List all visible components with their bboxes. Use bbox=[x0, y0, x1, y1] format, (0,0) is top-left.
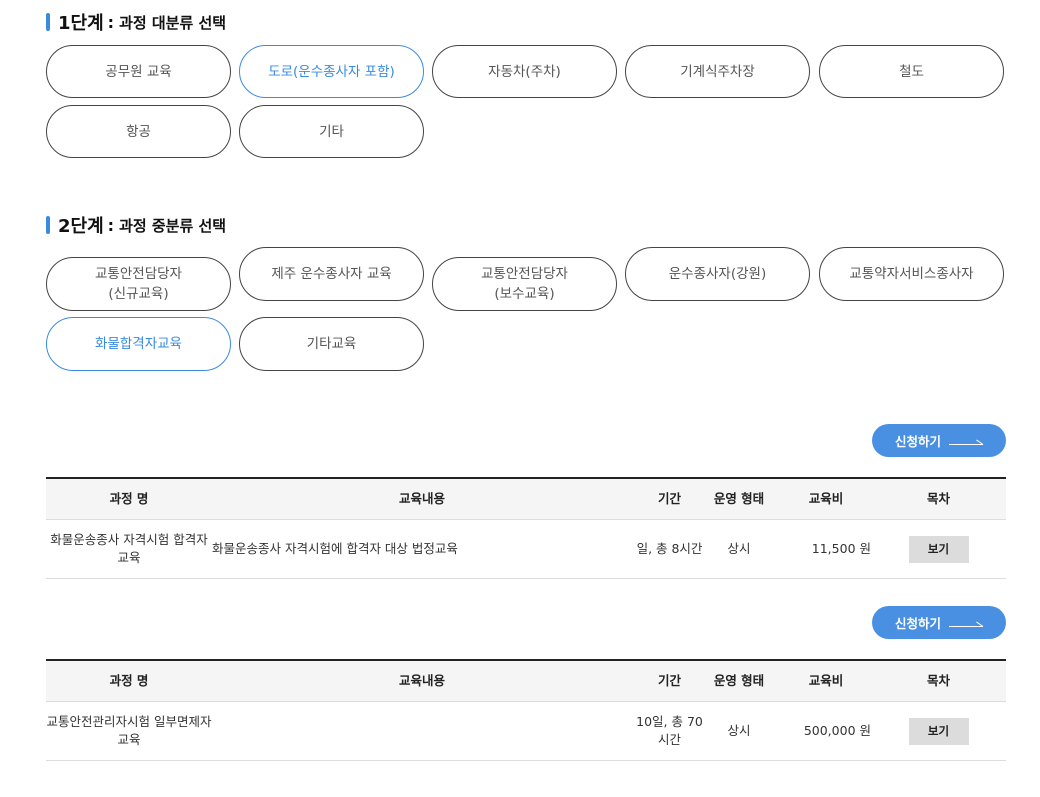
subcategory-option-transport-gangwon[interactable]: 운수종사자(강원) bbox=[625, 247, 810, 301]
course-table: 과정 명 교육내용 기간 운영 형태 교육비 목차 화물운송종사 자격시험 합격… bbox=[46, 477, 1006, 579]
header-description: 교육내용 bbox=[398, 491, 445, 506]
course-period: 10일, 총 70시간 bbox=[636, 714, 703, 747]
course-fee: 500,000 원 bbox=[803, 723, 871, 738]
step1-colon: : bbox=[107, 12, 115, 32]
table-header: 과정 명 교육내용 기간 운영 형태 교육비 목차 bbox=[46, 479, 1006, 520]
course-description bbox=[212, 702, 632, 760]
course-toc: 보기 bbox=[891, 702, 986, 760]
header-period: 기간 bbox=[657, 491, 681, 506]
header-operation-type: 운영 형태 bbox=[713, 491, 765, 506]
step-marker bbox=[46, 216, 50, 234]
step1-label: 과정 대분류 선택 bbox=[119, 13, 227, 32]
course-toc: 보기 bbox=[891, 520, 986, 578]
apply-button-label: 신청하기 bbox=[894, 616, 941, 631]
step1-heading: 1단계 : 과정 대분류 선택 bbox=[46, 9, 226, 35]
category-option-other[interactable]: 기타 bbox=[239, 105, 424, 158]
header-toc: 목차 bbox=[926, 673, 950, 688]
apply-button[interactable]: 신청하기 bbox=[872, 606, 1006, 639]
subcategory-option-safety-officer-new[interactable]: 교통안전담당자 (신규교육) bbox=[46, 257, 231, 311]
step2-label: 과정 중분류 선택 bbox=[119, 216, 227, 235]
arrow-right-icon bbox=[949, 619, 983, 627]
table-row: 교통안전관리자시험 일부면제자 교육 10일, 총 70시간 상시 500,00… bbox=[46, 702, 1006, 761]
step2-number: 2단계 bbox=[58, 216, 104, 237]
table-row: 화물운송종사 자격시험 합격자교육 화물운송종사 자격시험에 합격자 대상 법정… bbox=[46, 520, 1006, 579]
header-course-name: 과정 명 bbox=[109, 491, 149, 506]
view-toc-button[interactable]: 보기 bbox=[908, 717, 969, 745]
step2-colon: : bbox=[107, 215, 115, 235]
category-option-public-servant[interactable]: 공무원 교육 bbox=[46, 45, 231, 98]
table-header: 과정 명 교육내용 기간 운영 형태 교육비 목차 bbox=[46, 661, 1006, 702]
course-operation-type: 상시 bbox=[727, 723, 751, 738]
course-period: 일, 총 8시간 bbox=[636, 541, 703, 556]
subcategory-option-mobility-service[interactable]: 교통약자서비스종사자 bbox=[819, 247, 1004, 301]
apply-button-label: 신청하기 bbox=[894, 434, 941, 449]
header-fee: 교육비 bbox=[808, 673, 844, 688]
step1-number: 1단계 bbox=[58, 13, 104, 34]
view-toc-button[interactable]: 보기 bbox=[908, 535, 969, 563]
apply-button[interactable]: 신청하기 bbox=[872, 424, 1006, 457]
subcategory-option-jeju-transport[interactable]: 제주 운수종사자 교육 bbox=[239, 247, 424, 301]
course-description: 화물운송종사 자격시험에 합격자 대상 법정교육 bbox=[212, 541, 458, 556]
category-option-railway[interactable]: 철도 bbox=[819, 45, 1004, 98]
category-option-road[interactable]: 도로(운수종사자 포함) bbox=[239, 45, 424, 98]
header-period: 기간 bbox=[657, 673, 681, 688]
header-operation-type: 운영 형태 bbox=[713, 673, 765, 688]
header-fee: 교육비 bbox=[808, 491, 844, 506]
header-toc: 목차 bbox=[926, 491, 950, 506]
subcategory-option-cargo-qualified[interactable]: 화물합격자교육 bbox=[46, 317, 231, 371]
course-table: 과정 명 교육내용 기간 운영 형태 교육비 목차 교통안전관리자시험 일부면제… bbox=[46, 659, 1006, 761]
course-fee: 11,500 원 bbox=[811, 541, 871, 556]
header-description: 교육내용 bbox=[398, 673, 445, 688]
course-operation-type: 상시 bbox=[727, 541, 751, 556]
arrow-right-icon bbox=[949, 437, 983, 445]
course-name: 화물운송종사 자격시험 합격자교육 bbox=[50, 532, 208, 565]
step-marker bbox=[46, 13, 50, 31]
category-option-aviation[interactable]: 항공 bbox=[46, 105, 231, 158]
subcategory-option-other-education[interactable]: 기타교육 bbox=[239, 317, 424, 371]
step2-heading: 2단계 : 과정 중분류 선택 bbox=[46, 212, 226, 238]
course-name: 교통안전관리자시험 일부면제자 교육 bbox=[46, 714, 212, 747]
category-option-automobile[interactable]: 자동차(주차) bbox=[432, 45, 617, 98]
header-course-name: 과정 명 bbox=[109, 673, 149, 688]
subcategory-option-safety-officer-refresh[interactable]: 교통안전담당자 (보수교육) bbox=[432, 257, 617, 311]
category-option-mechanical-parking[interactable]: 기계식주차장 bbox=[625, 45, 810, 98]
